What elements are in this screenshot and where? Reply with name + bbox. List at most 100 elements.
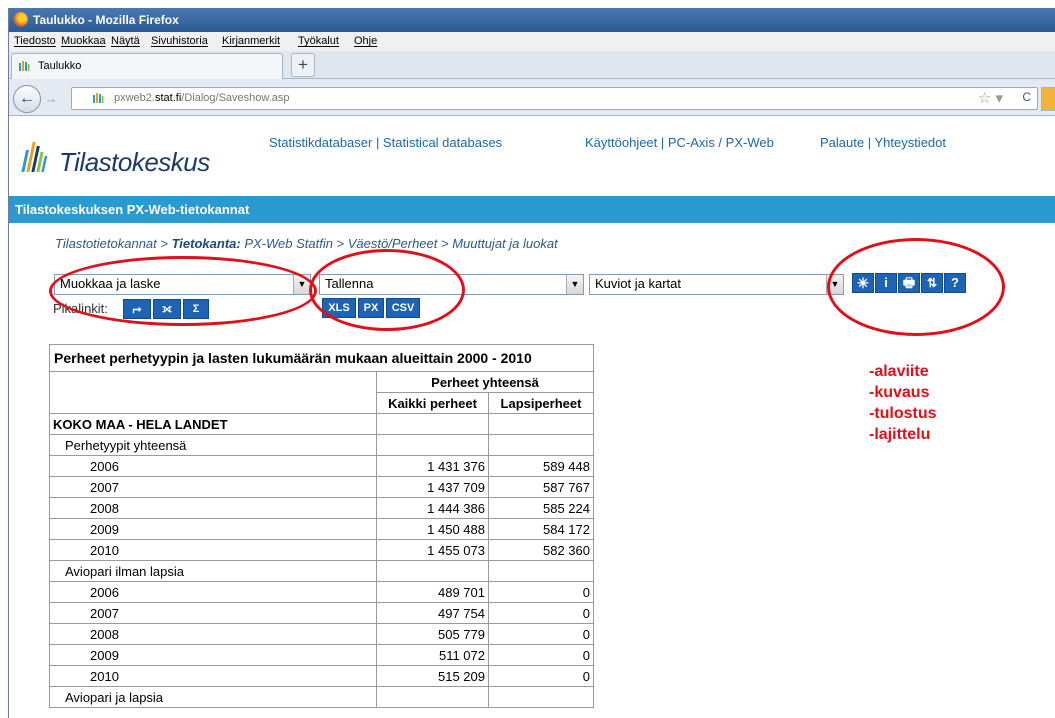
site-favicon-icon — [93, 93, 104, 103]
table-row: 2008 505 779 0 — [49, 623, 594, 645]
cell-kaikki-perheet: 1 444 386 — [376, 497, 489, 519]
cell-kaikki-perheet: 515 209 — [376, 665, 489, 687]
cell-lapsiperheet: 582 360 — [488, 539, 594, 561]
tilastokeskus-favicon-icon — [19, 61, 30, 71]
highlight-ellipse-save — [309, 249, 465, 331]
charts-maps-value: Kuviot ja kartat — [595, 276, 681, 291]
table-row: 2007 497 754 0 — [49, 602, 594, 624]
tab-title: Taulukko — [38, 60, 82, 72]
navigation-bar: ← → pxweb2.stat.fi/Dialog/Saveshow.asp ☆… — [9, 79, 1055, 116]
cell-kaikki-perheet: 511 072 — [376, 644, 489, 666]
url-text: pxweb2.stat.fi/Dialog/Saveshow.asp — [114, 92, 290, 104]
cell-lapsiperheet: 587 767 — [488, 476, 594, 498]
cell-kaikki-perheet — [376, 686, 489, 708]
group-header: Perheet yhteensä — [376, 371, 594, 393]
link-kayttoohjeet[interactable]: Käyttöohjeet | PC-Axis / PX-Web — [585, 135, 774, 150]
cell-kaikki-perheet: 505 779 — [376, 623, 489, 645]
bookmark-star-icon[interactable]: ☆ ▾ — [978, 89, 1003, 107]
cell-lapsiperheet: 0 — [488, 602, 594, 624]
cell-kaikki-perheet — [376, 413, 489, 435]
table-row: 2008 1 444 386 585 224 — [49, 497, 594, 519]
menu-item-nayta[interactable]: Näytä — [111, 35, 140, 47]
menu-item-tiedosto[interactable]: Tiedosto — [14, 35, 56, 47]
data-table: Perheet perhetyypin ja lasten lukumäärän… — [49, 344, 594, 708]
row-label: Aviopari ja lapsia — [49, 686, 377, 708]
highlight-ellipse-tools — [827, 238, 1005, 336]
table-row: Aviopari ilman lapsia — [49, 560, 594, 582]
tab-taulukko[interactable]: Taulukko — [11, 53, 283, 79]
forward-button[interactable]: → — [41, 90, 61, 107]
row-label: 2008 — [49, 623, 377, 645]
reload-button[interactable]: C — [1022, 90, 1031, 104]
new-tab-button[interactable]: + — [291, 53, 315, 77]
annotation-list: -alaviite -kuvaus -tulostus -lajittelu — [869, 361, 937, 445]
table-row: 2006 1 431 376 589 448 — [49, 455, 594, 477]
menu-item-ohje[interactable]: Ohje — [354, 35, 377, 47]
menu-bar: Tiedosto Muokkaa Näytä Sivuhistoria Kirj… — [9, 32, 1055, 51]
window-title: Taulukko - Mozilla Firefox — [33, 13, 179, 27]
annotation-kuvaus: -kuvaus — [869, 384, 930, 401]
cell-lapsiperheet — [488, 434, 594, 456]
table-row: Perhetyypit yhteensä — [49, 434, 594, 456]
row-label: 2010 — [49, 665, 377, 687]
firefox-icon — [13, 12, 28, 27]
tilastokeskus-logo-icon — [21, 142, 48, 172]
annotation-alaviite: -alaviite — [869, 363, 929, 380]
row-label: 2010 — [49, 539, 377, 561]
cell-kaikki-perheet: 497 754 — [376, 602, 489, 624]
highlight-ellipse-edit — [49, 256, 317, 326]
link-statistical-databases[interactable]: Statistikdatabaser | Statistical databas… — [269, 135, 502, 150]
browser-window: Taulukko - Mozilla Firefox Tiedosto Muok… — [8, 8, 1055, 718]
table-row: KOKO MAA - HELA LANDET — [49, 413, 594, 435]
site-header-bar: Tilastokeskuksen PX-Web-tietokannat — [9, 196, 1055, 223]
charts-maps-select[interactable]: Kuviot ja kartat ▼ — [589, 274, 844, 295]
cell-kaikki-perheet: 1 455 073 — [376, 539, 489, 561]
cell-kaikki-perheet — [376, 434, 489, 456]
row-label: KOKO MAA - HELA LANDET — [49, 413, 377, 435]
menu-item-muokkaa[interactable]: Muokkaa — [61, 35, 106, 47]
row-label: 2006 — [49, 455, 377, 477]
annotation-tulostus: -tulostus — [869, 405, 937, 422]
chevron-down-icon: ▼ — [566, 275, 583, 294]
cell-kaikki-perheet: 1 431 376 — [376, 455, 489, 477]
header-title: Tilastokeskuksen PX-Web-tietokannat — [15, 202, 250, 217]
table-row: 2007 1 437 709 587 767 — [49, 476, 594, 498]
table-row: 2006 489 701 0 — [49, 581, 594, 603]
title-bar: Taulukko - Mozilla Firefox — [9, 8, 1055, 32]
table-title: Perheet perhetyypin ja lasten lukumäärän… — [49, 344, 594, 372]
menu-item-kirjanmerkit[interactable]: Kirjanmerkit — [222, 35, 280, 47]
row-label: 2009 — [49, 644, 377, 666]
cell-lapsiperheet: 584 172 — [488, 518, 594, 540]
cell-lapsiperheet — [488, 413, 594, 435]
web-page: Tilastokeskus Statistikdatabaser | Stati… — [9, 116, 1055, 718]
link-palaute[interactable]: Palaute | Yhteystiedot — [820, 135, 946, 150]
cell-lapsiperheet: 589 448 — [488, 455, 594, 477]
row-label: Aviopari ilman lapsia — [49, 560, 377, 582]
url-bar[interactable]: pxweb2.stat.fi/Dialog/Saveshow.asp ☆ ▾ C — [71, 87, 1038, 110]
row-label: 2006 — [49, 581, 377, 603]
table-row: 2010 1 455 073 582 360 — [49, 539, 594, 561]
cell-kaikki-perheet: 489 701 — [376, 581, 489, 603]
cell-lapsiperheet — [488, 686, 594, 708]
cell-lapsiperheet: 0 — [488, 581, 594, 603]
menu-item-sivuhistoria[interactable]: Sivuhistoria — [151, 35, 208, 47]
row-label: 2009 — [49, 518, 377, 540]
annotation-lajittelu: -lajittelu — [869, 426, 931, 443]
breadcrumb[interactable]: Tilastotietokannat > Tietokanta: PX-Web … — [55, 236, 558, 251]
table-row: 2009 1 450 488 584 172 — [49, 518, 594, 540]
tab-strip: Taulukko + — [9, 51, 1055, 79]
cell-lapsiperheet: 0 — [488, 665, 594, 687]
row-label: 2007 — [49, 602, 377, 624]
cell-lapsiperheet: 585 224 — [488, 497, 594, 519]
back-button[interactable]: ← — [13, 85, 41, 113]
row-label: 2008 — [49, 497, 377, 519]
cell-lapsiperheet: 0 — [488, 644, 594, 666]
table-row: 2009 511 072 0 — [49, 644, 594, 666]
row-label: Perhetyypit yhteensä — [49, 434, 377, 456]
column-header-kaikki-perheet: Kaikki perheet — [376, 392, 489, 414]
cell-kaikki-perheet — [376, 560, 489, 582]
cell-lapsiperheet — [488, 560, 594, 582]
cell-kaikki-perheet: 1 450 488 — [376, 518, 489, 540]
addon-button[interactable] — [1041, 87, 1055, 111]
menu-item-tyokalut[interactable]: Työkalut — [298, 35, 339, 47]
